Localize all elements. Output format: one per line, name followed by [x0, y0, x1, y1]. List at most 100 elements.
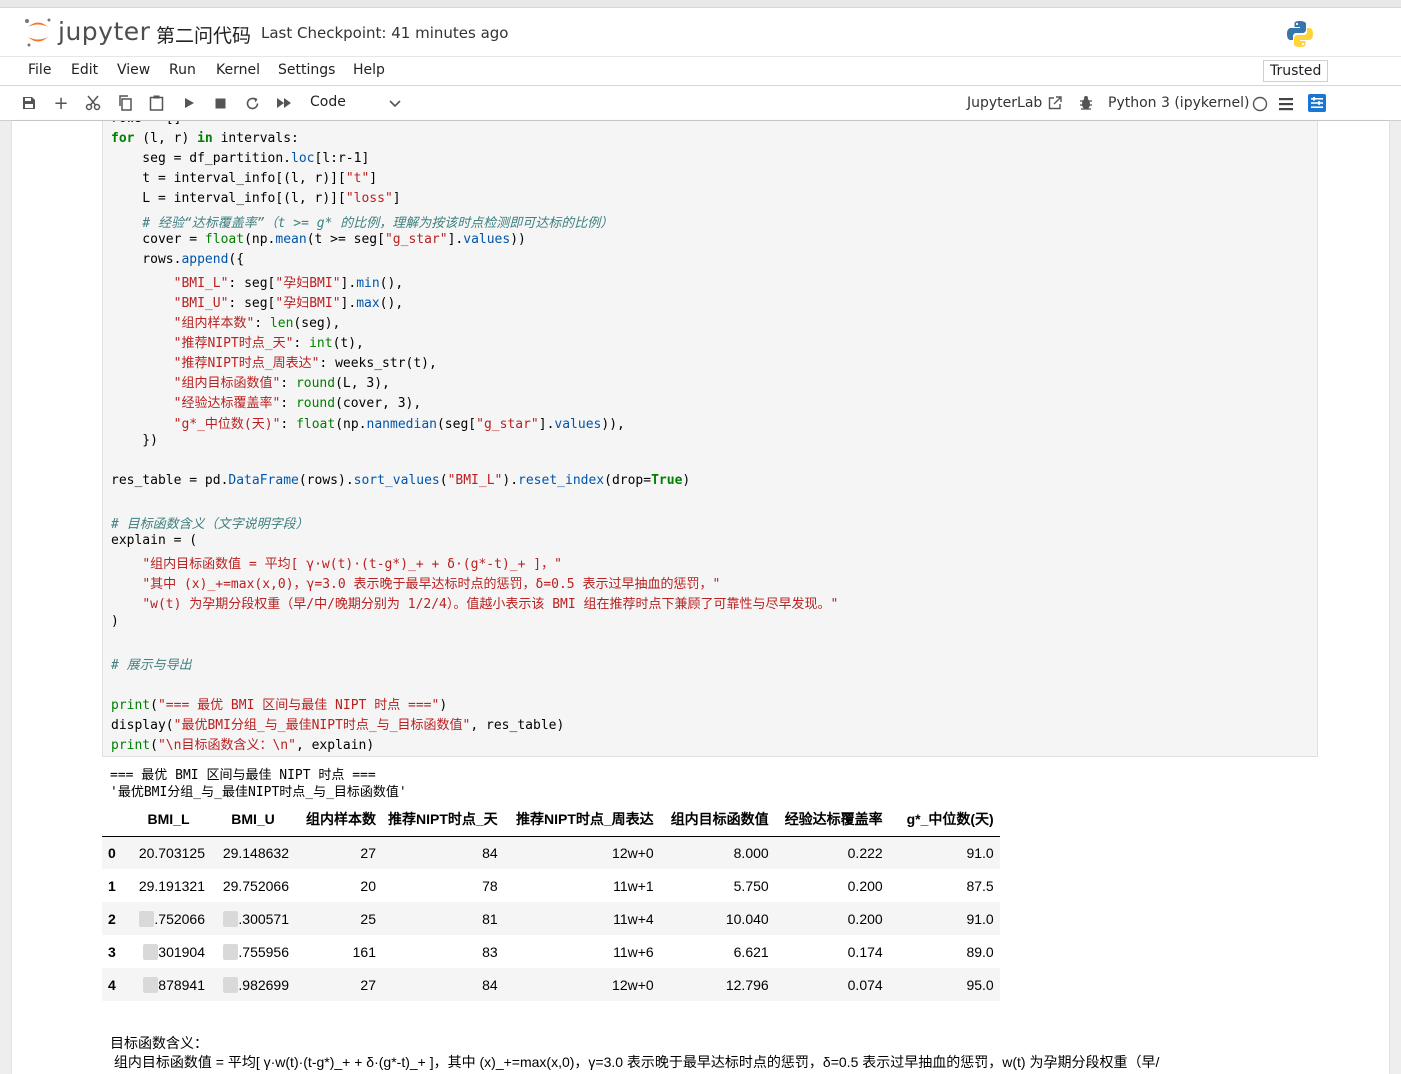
code-token: rows. — [111, 251, 182, 267]
code-token: sort_values — [353, 472, 440, 488]
code-token: , res_table) — [470, 718, 565, 733]
redacted-block: 20 — [222, 910, 239, 927]
menu-edit[interactable]: Edit — [71, 62, 98, 78]
code-token: ( — [439, 472, 448, 488]
menu-kernel[interactable]: Kernel — [216, 62, 260, 78]
code-token: )) — [510, 231, 526, 247]
code-token: "BMI_L" — [173, 275, 229, 291]
code-cell-editor[interactable]: rows = [] for (l, r) in intervals: seg = … — [102, 121, 1318, 757]
code-token: values — [463, 231, 511, 247]
restart-icon[interactable] — [243, 94, 261, 112]
code-token: , explain) — [295, 738, 375, 754]
menu-view[interactable]: View — [117, 62, 150, 78]
display-repr: '最优BMI分组_与_最佳NIPT时点_与_目标函数值' — [110, 785, 407, 800]
menu-help[interactable]: Help — [353, 62, 385, 78]
menu-lines-icon[interactable] — [1277, 95, 1295, 113]
save-icon[interactable] — [20, 94, 38, 112]
column-header-bmi-u: BMI_U — [211, 802, 295, 837]
redacted-block: 20 — [142, 943, 159, 960]
jupyter-logo-icon[interactable] — [24, 16, 52, 48]
code-token: (L, 3), — [335, 376, 390, 392]
code-token: float — [204, 231, 245, 247]
code-token: mean — [275, 231, 307, 247]
code-token: max — [356, 295, 380, 311]
code-line: }) — [111, 433, 158, 453]
code-token: # 展示与导出 — [111, 657, 192, 673]
code-line: "组内目标函数值 = 平均[ γ·w(t)·(t-g*)_+ + δ·(g*-t… — [111, 553, 562, 573]
external-link-icon[interactable] — [1046, 94, 1064, 112]
code-token: "\n目标函数含义：\n" — [157, 738, 296, 754]
code-line: "推荐NIPT时点_天": int(t), — [111, 332, 364, 352]
code-token: ({ — [228, 251, 245, 267]
run-icon[interactable] — [180, 94, 198, 112]
add-cell-icon[interactable]: + — [52, 93, 70, 114]
kernel-name[interactable]: Python 3 (ipykernel) — [1108, 95, 1249, 111]
paste-icon[interactable] — [147, 94, 165, 112]
column-header-nipt-weeks: 推荐NIPT时点_周表达 — [503, 802, 660, 837]
code-token: seg = df_partition. — [111, 151, 292, 167]
cell-objective: 6.621 — [733, 943, 769, 960]
code-token: ] — [369, 171, 378, 187]
code-token: : seg[ — [228, 275, 276, 291]
code-token: "推荐NIPT时点_周表达" — [173, 356, 320, 372]
code-token: ) — [439, 697, 448, 713]
cell-value: 878941 — [158, 976, 205, 993]
table-row: 42087894120.982699278412w+012.7960.07495… — [102, 968, 1000, 1001]
copy-icon[interactable] — [116, 94, 134, 112]
property-inspector-icon[interactable] — [1308, 94, 1326, 112]
menu-file[interactable]: File — [28, 62, 51, 78]
menu-run[interactable]: Run — [169, 62, 196, 78]
cell-type-select[interactable]: Code — [310, 94, 346, 110]
redacted-block: 20 — [222, 943, 239, 960]
cell-nipt-weeks: 11w+1 — [613, 877, 654, 894]
cell-gstar-median: 91.0 — [966, 844, 994, 861]
cell-nipt-days: 83 — [482, 943, 498, 960]
code-line: "经验达标覆盖率": round(cover, 3), — [111, 392, 422, 412]
chevron-down-icon[interactable] — [389, 93, 401, 117]
cell-coverage: 0.200 — [847, 877, 883, 894]
notebook-title[interactable]: 第二问代码 — [156, 21, 251, 48]
redacted-block: 20 — [142, 976, 159, 993]
column-header-objective: 组内目标函数值 — [659, 802, 775, 837]
code-token: "组内目标函数值 = 平均[ γ·w(t)·(t-g*)_+ + δ·(g*-t… — [142, 557, 562, 573]
table-row: 220.75206620.300571258111w+410.0400.2009… — [102, 902, 1000, 935]
menu-settings[interactable]: Settings — [278, 62, 335, 78]
code-line: "组内样本数": len(seg), — [111, 312, 341, 332]
fast-forward-icon[interactable] — [275, 94, 293, 112]
code-token: append — [181, 251, 229, 267]
code-token: "g_star" — [384, 231, 448, 247]
code-token: "t" — [345, 171, 370, 187]
stop-icon[interactable] — [211, 94, 229, 112]
code-token: explain = ( — [111, 533, 198, 549]
debugger-bug-icon[interactable] — [1077, 94, 1095, 112]
code-token: for — [111, 131, 135, 147]
trusted-badge[interactable]: Trusted — [1263, 60, 1329, 82]
code-line: cover = float(np.mean(t >= seg["g_star"]… — [111, 232, 526, 252]
code-token: float — [296, 416, 336, 432]
code-token: DataFrame — [228, 472, 299, 488]
code-line: "BMI_L": seg["孕妇BMI"].min(), — [111, 272, 404, 292]
cell-bmi-u: 29.752066 — [222, 877, 289, 894]
cell-coverage: 0.074 — [847, 976, 883, 993]
cell-coverage: 0.200 — [847, 910, 883, 927]
cell-nipt-weeks: 12w+0 — [612, 844, 654, 861]
code-token: "组内样本数" — [173, 316, 255, 331]
code-line: "BMI_U": seg["孕妇BMI"].max(), — [111, 292, 404, 312]
jupyterlab-link[interactable]: JupyterLab — [967, 95, 1042, 111]
row-index: 0 — [108, 844, 116, 861]
column-header-coverage: 经验达标覆盖率 — [774, 802, 889, 837]
code-token: (), — [379, 295, 404, 311]
cell-value: .982699 — [238, 976, 289, 993]
code-token: values — [554, 416, 602, 432]
code-line: "w(t) 为孕期分段权重（早/中/晚期分别为 1/2/4）。值越小表示该 BM… — [111, 593, 838, 613]
code-token: # 经验“达标覆盖率”（t >= g* 的比例，理解为按该时点检测即可达标的比例… — [111, 215, 614, 231]
code-line: t = interval_info[(l, r)]["t"] — [111, 171, 377, 191]
code-token: ) — [111, 613, 119, 629]
code-token: "loss" — [345, 191, 393, 207]
code-token: (t >= seg[ — [306, 231, 385, 247]
cell-value: 301904 — [158, 943, 205, 960]
cut-icon[interactable] — [84, 94, 102, 112]
explain-title: 目标函数含义： — [110, 1035, 208, 1051]
